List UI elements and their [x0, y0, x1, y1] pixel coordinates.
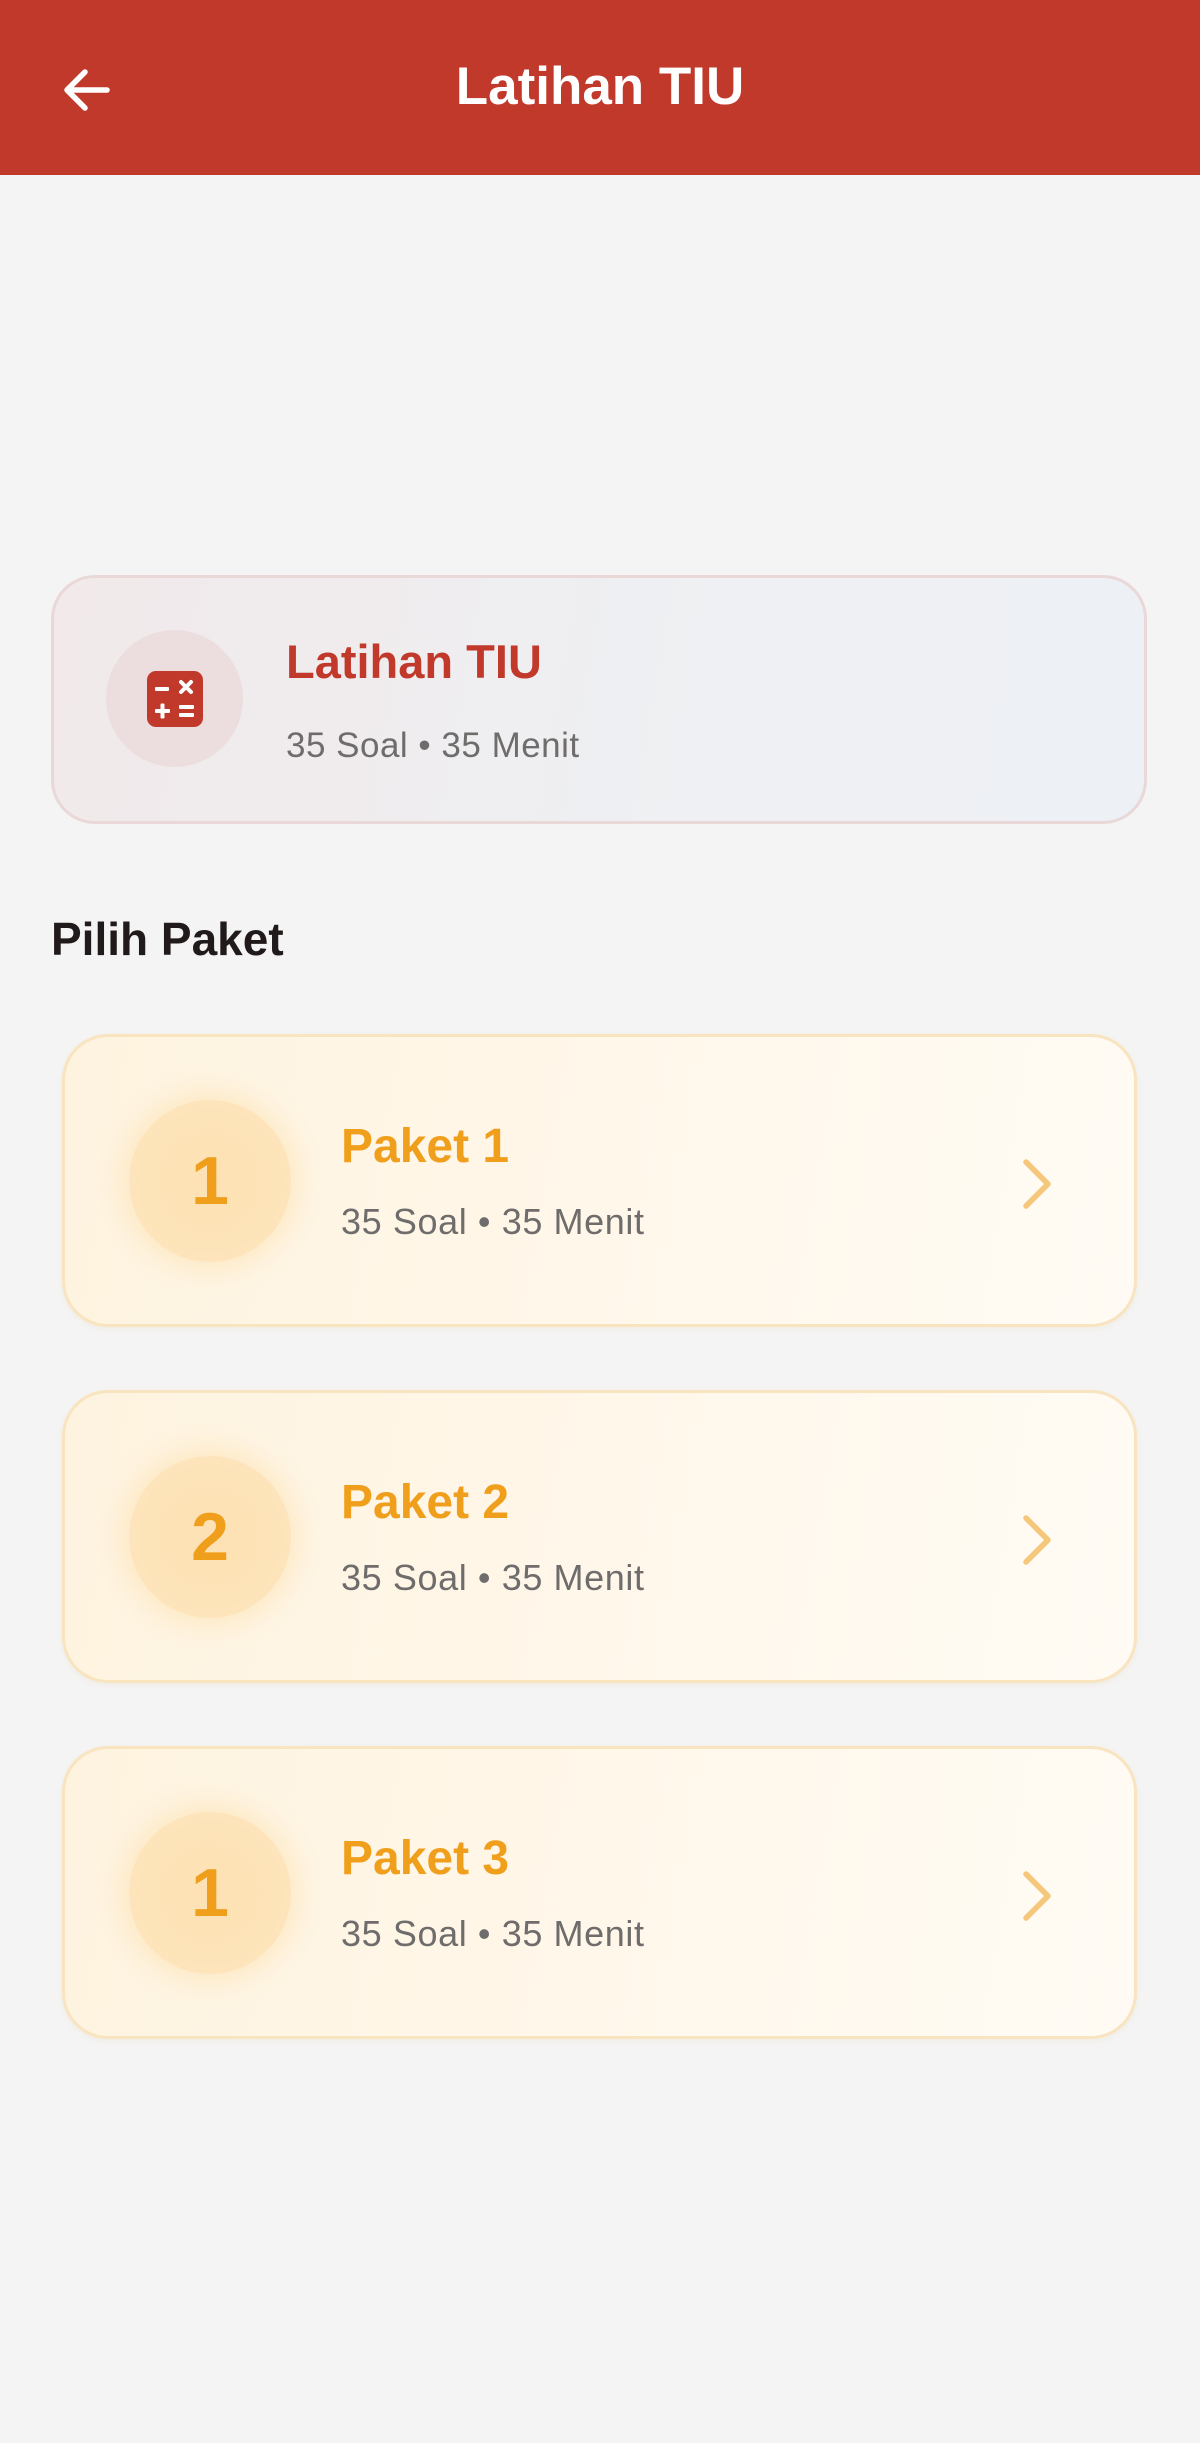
exam-info-card: Latihan TIU 35 Soal • 35 Menit [51, 575, 1147, 824]
chevron-right-icon [1010, 1511, 1062, 1569]
page-title: Latihan TIU [455, 57, 745, 116]
chevron-right-icon [1010, 1155, 1062, 1213]
package-meta: 35 Soal • 35 Menit [341, 1201, 645, 1242]
info-icon-container [106, 630, 243, 767]
package-number-badge: 1 [129, 1812, 291, 1974]
calculator-icon [146, 670, 203, 727]
package-number-badge: 2 [129, 1456, 291, 1618]
package-meta: 35 Soal • 35 Menit [341, 1913, 645, 1954]
package-title: Paket 2 [341, 1476, 510, 1529]
package-title: Paket 1 [341, 1120, 510, 1173]
package-card-1[interactable]: 1 Paket 1 35 Soal • 35 Menit [62, 1034, 1137, 1327]
package-title: Paket 3 [341, 1832, 510, 1885]
package-meta: 35 Soal • 35 Menit [341, 1557, 645, 1598]
exam-meta: 35 Soal • 35 Menit [286, 726, 580, 765]
section-title: Pilih Paket [51, 913, 284, 965]
exam-title: Latihan TIU [286, 635, 542, 688]
package-number-badge: 1 [129, 1100, 291, 1262]
app-bar: Latihan TIU [0, 0, 1200, 175]
package-card-2[interactable]: 2 Paket 2 35 Soal • 35 Menit [62, 1390, 1137, 1683]
chevron-right-icon [1010, 1867, 1062, 1925]
package-card-3[interactable]: 1 Paket 3 35 Soal • 35 Menit [62, 1746, 1137, 2039]
